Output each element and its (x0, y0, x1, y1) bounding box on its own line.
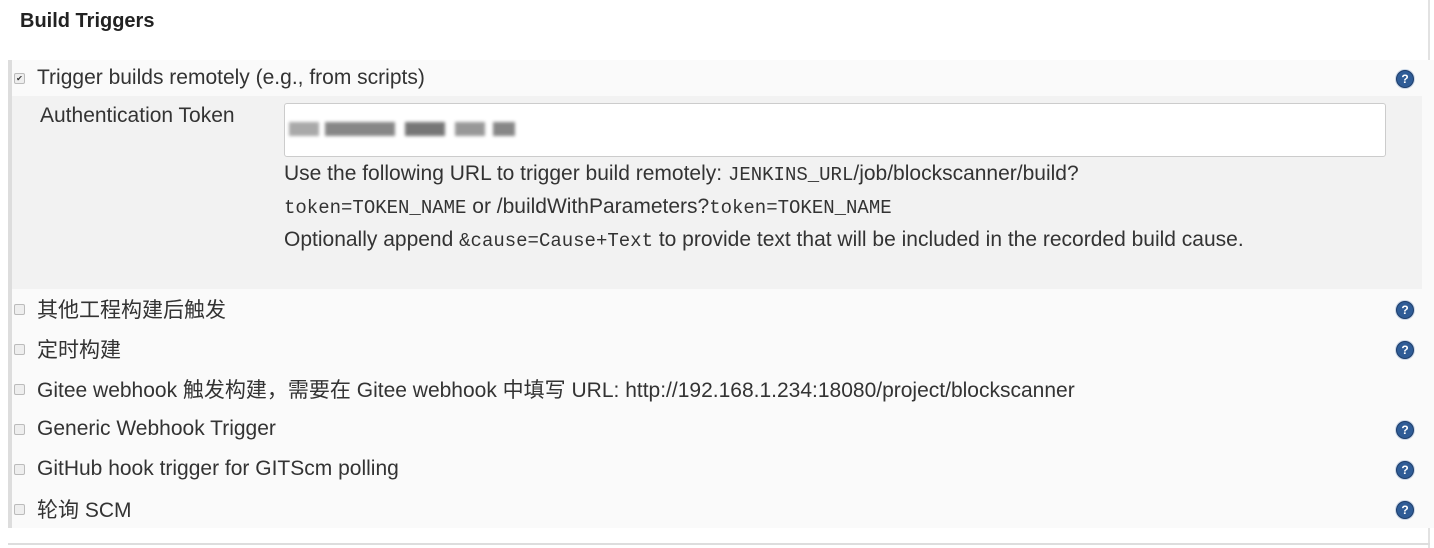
trigger-row: Generic Webhook Trigger (14, 414, 276, 444)
trigger-remote-row: ✔ Trigger builds remotely (e.g., from sc… (14, 63, 425, 93)
trigger-label: 轮询 SCM (37, 499, 132, 522)
trigger-checkbox[interactable] (14, 303, 25, 315)
trigger-checkbox[interactable] (14, 383, 25, 395)
question-circle-icon[interactable]: ? (1396, 461, 1414, 479)
trigger-label: 其他工程构建后触发 (37, 299, 226, 322)
trigger-checkbox[interactable] (14, 463, 25, 475)
trigger-row: 轮询 SCM (14, 494, 132, 524)
question-circle-icon[interactable]: ? (1396, 301, 1414, 319)
question-circle-icon[interactable]: ? (1396, 341, 1414, 359)
trigger-row: 定时构建 (14, 334, 121, 364)
trigger-row: GitHub hook trigger for GITScm polling (14, 454, 399, 484)
trigger-row: Gitee webhook 触发构建，需要在 Gitee webhook 中填写… (14, 374, 1075, 404)
trigger-remote-label: Trigger builds remotely (e.g., from scri… (37, 66, 425, 89)
trigger-label: 定时构建 (37, 339, 121, 362)
question-circle-icon[interactable]: ? (1396, 501, 1414, 519)
question-circle-icon[interactable]: ? (1396, 70, 1414, 88)
trigger-label: Generic Webhook Trigger (37, 417, 276, 440)
auth-token-label: Authentication Token (40, 104, 235, 127)
trigger-label: Gitee webhook 触发构建，需要在 Gitee webhook 中填写… (37, 379, 1075, 402)
section-title: Build Triggers (20, 10, 155, 32)
trigger-remote-checkbox[interactable]: ✔ (14, 72, 25, 84)
question-circle-icon[interactable]: ? (1396, 421, 1414, 439)
remote-trigger-help-text: Use the following URL to trigger build r… (284, 162, 1244, 252)
divider (8, 543, 1430, 545)
trigger-checkbox[interactable] (14, 423, 25, 435)
trigger-label: GitHub hook trigger for GITScm polling (37, 457, 399, 480)
trigger-checkbox[interactable] (14, 343, 25, 355)
trigger-checkbox[interactable] (14, 503, 25, 515)
trigger-row: 其他工程构建后触发 (14, 294, 226, 324)
auth-token-input[interactable] (284, 103, 1386, 157)
